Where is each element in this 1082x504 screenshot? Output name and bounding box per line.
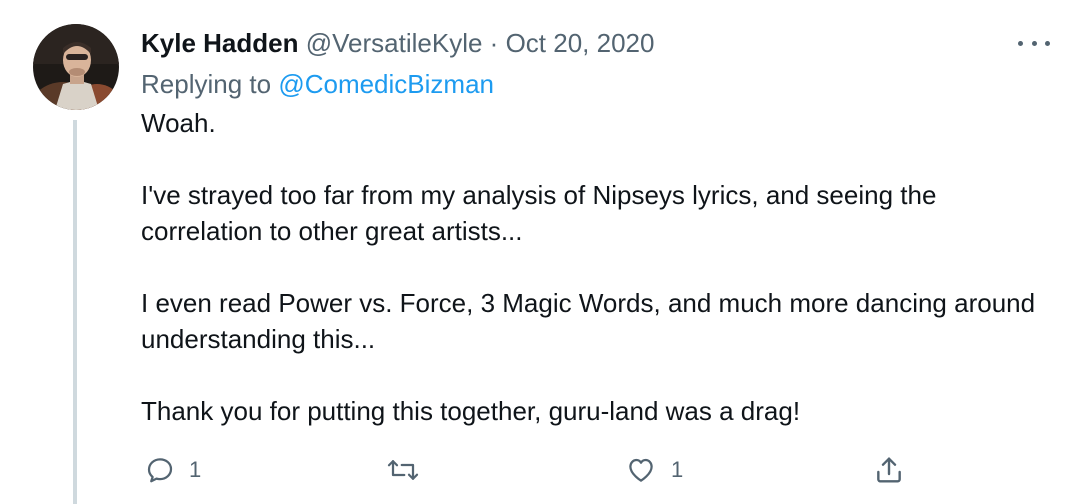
tweet-paragraph: Woah. <box>141 108 216 138</box>
avatar-image <box>33 24 119 110</box>
replying-to-link[interactable]: @ComedicBizman <box>278 69 494 99</box>
tweet-paragraph: Thank you for putting this together, gur… <box>141 396 801 426</box>
reply-count: 1 <box>189 457 202 482</box>
author-handle[interactable]: @VersatileKyle <box>306 28 483 58</box>
more-dot <box>1018 40 1023 46</box>
tweet-paragraph: I even read Power vs. Force, 3 Magic Wor… <box>141 288 1036 354</box>
tweet-paragraph: I've strayed too far from my analysis of… <box>141 180 937 246</box>
heart-icon <box>629 458 653 482</box>
thread-line <box>73 120 77 504</box>
like-button[interactable]: 1 <box>625 450 683 490</box>
replying-prefix: Replying to <box>141 69 272 99</box>
reply-button[interactable]: 1 <box>145 450 201 490</box>
separator-dot: · <box>489 28 499 58</box>
tweet-text: Woah. I've strayed too far from my analy… <box>141 105 1041 429</box>
action-bar: 1 1 <box>0 450 1082 490</box>
like-count: 1 <box>671 457 684 482</box>
author-name[interactable]: Kyle Hadden <box>141 28 299 58</box>
replying-to: Replying to @ComedicBizman <box>141 67 494 101</box>
more-icon[interactable] <box>1018 34 1050 52</box>
more-dot <box>1031 40 1037 46</box>
retweet-icon <box>387 460 419 480</box>
tweet-header: Kyle Hadden @VersatileKyle · Oct 20, 202… <box>141 26 654 60</box>
share-icon <box>877 457 901 483</box>
retweet-button[interactable] <box>386 450 434 490</box>
reply-icon <box>147 458 173 483</box>
share-button[interactable] <box>873 450 905 490</box>
more-dot <box>1045 40 1050 46</box>
tweet: Kyle Hadden @VersatileKyle · Oct 20, 202… <box>0 0 1082 504</box>
tweet-date[interactable]: Oct 20, 2020 <box>506 28 655 58</box>
avatar[interactable] <box>33 24 119 110</box>
